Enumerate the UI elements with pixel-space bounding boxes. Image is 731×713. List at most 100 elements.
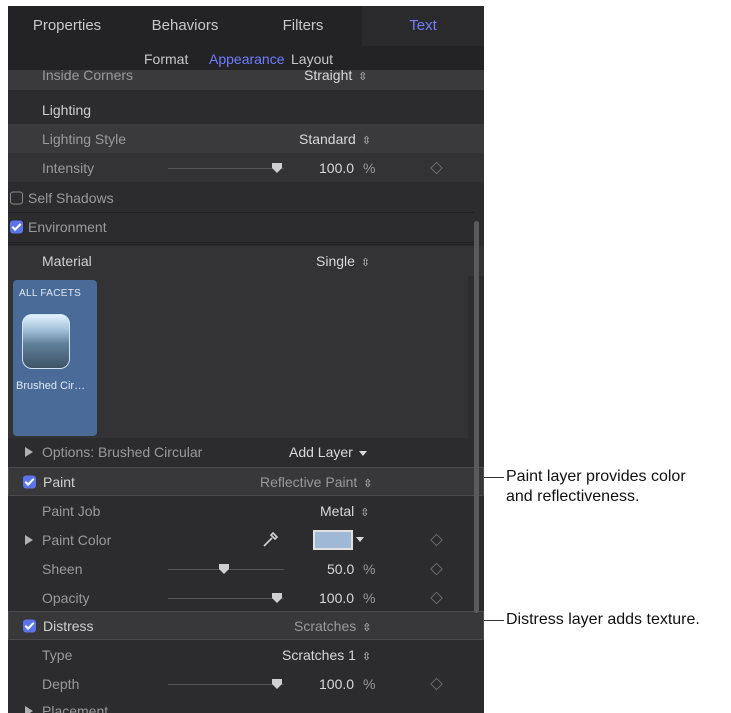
depth-row: Depth 100.0 % [8, 669, 484, 698]
paint-layer-row[interactable]: Paint Reflective Paint ⇳ [8, 467, 484, 496]
self-shadows-row[interactable]: Self Shadows [8, 184, 484, 212]
keyframe-icon[interactable] [430, 533, 443, 546]
paint-type-value: Reflective Paint [260, 473, 358, 490]
lighting-group[interactable]: Lighting [8, 96, 484, 124]
paint-color-row: Paint Color [8, 525, 484, 554]
sheen-label: Sheen [42, 560, 83, 577]
facet-all-facets[interactable]: ALL FACETS Brushed Cir… [13, 280, 97, 436]
depth-slider-thumb[interactable] [272, 678, 282, 689]
lighting-header: Lighting [42, 102, 92, 118]
paint-job-row: Paint Job Metal ⇳ [8, 496, 484, 525]
environment-checkbox[interactable] [10, 220, 23, 234]
opacity-row: Opacity 100.0 % [8, 583, 484, 612]
material-row: Material Single ⇳ [8, 246, 484, 276]
sheen-value[interactable]: 50.0 [327, 561, 354, 577]
lighting-style-popup[interactable]: Standard ⇳ [299, 131, 371, 147]
keyframe-icon[interactable] [430, 591, 443, 604]
keyframe-icon[interactable] [430, 562, 443, 575]
add-layer-button[interactable]: Add Layer [289, 444, 367, 460]
facet-area: ALL FACETS Brushed Cir… [8, 276, 468, 438]
intensity-slider[interactable] [168, 167, 284, 169]
updown-icon: ⇳ [361, 134, 372, 147]
add-layer-label: Add Layer [289, 444, 353, 460]
placement-row[interactable]: Placement [8, 698, 484, 713]
disclosure-triangle-icon[interactable] [25, 534, 33, 545]
inside-corners-row: Inside Corners Straight ⇳ [8, 67, 484, 90]
opacity-slider[interactable] [168, 597, 284, 599]
facet-header: ALL FACETS [19, 288, 82, 299]
distress-type-value: Scratches [294, 617, 357, 634]
self-shadows-checkbox[interactable] [10, 191, 23, 205]
keyframe-icon[interactable] [430, 677, 443, 690]
paint-color-well[interactable] [313, 529, 353, 550]
inside-corners-label: Inside Corners [42, 67, 134, 83]
updown-icon: ⇳ [360, 257, 371, 269]
opacity-slider-thumb[interactable] [272, 592, 282, 603]
tab-filters[interactable]: Filters [244, 6, 362, 46]
opacity-unit: % [363, 589, 376, 606]
intensity-unit: % [363, 159, 376, 176]
disclosure-triangle-icon[interactable] [25, 447, 33, 457]
chevron-down-icon[interactable] [356, 537, 364, 542]
intensity-slider-thumb[interactable] [272, 162, 282, 173]
updown-icon: ⇳ [361, 650, 372, 663]
intensity-label: Intensity [42, 159, 95, 176]
depth-slider[interactable] [168, 683, 284, 685]
eyedropper-icon[interactable] [261, 531, 279, 549]
updown-icon: ⇳ [363, 477, 373, 490]
paint-callout-line2: and reflectiveness. [506, 488, 640, 505]
callout-leader-line [484, 477, 504, 478]
distress-label: Distress [43, 617, 94, 634]
type-row: Type Scratches 1 ⇳ [8, 640, 484, 669]
distress-type-popup[interactable]: Scratches ⇳ [294, 618, 371, 634]
sheen-slider-thumb[interactable] [219, 563, 229, 574]
material-popup[interactable]: Single ⇳ [316, 253, 370, 269]
paint-label: Paint [43, 473, 75, 490]
scrollbar[interactable] [474, 221, 479, 613]
paint-job-value: Metal [320, 502, 355, 519]
type-value: Scratches 1 [282, 646, 356, 663]
divider [8, 242, 474, 243]
intensity-value[interactable]: 100.0 [319, 160, 354, 176]
keyframe-icon[interactable] [430, 161, 443, 174]
inside-corners-popup[interactable]: Straight ⇳ [304, 67, 367, 83]
depth-label: Depth [42, 675, 80, 692]
material-swatch[interactable] [22, 314, 70, 369]
sheen-unit: % [363, 560, 376, 577]
options-row: Options: Brushed Circular Add Layer [8, 437, 484, 467]
inside-corners-value: Straight [304, 67, 353, 83]
self-shadows-label: Self Shadows [28, 190, 114, 206]
options-label: Options: Brushed Circular [42, 444, 203, 460]
subtab-format[interactable]: Format [144, 51, 188, 67]
updown-icon: ⇳ [362, 621, 372, 634]
tab-properties[interactable]: Properties [8, 6, 126, 46]
paint-job-popup[interactable]: Metal ⇳ [320, 503, 369, 519]
callout-leader-line [484, 620, 504, 621]
distress-callout: Distress layer adds texture. [506, 611, 700, 628]
lighting-style-value: Standard [299, 130, 356, 147]
subtab-layout[interactable]: Layout [291, 51, 333, 67]
tab-text[interactable]: Text [362, 6, 484, 46]
updown-icon: ⇳ [360, 506, 370, 519]
paint-checkbox[interactable] [23, 475, 36, 488]
intensity-row: Intensity 100.0 % [8, 153, 484, 182]
environment-label: Environment [28, 219, 107, 235]
divider [8, 244, 474, 245]
material-value: Single [316, 253, 355, 269]
distress-checkbox[interactable] [23, 619, 36, 632]
disclosure-triangle-icon[interactable] [25, 706, 33, 713]
type-label: Type [42, 646, 73, 663]
paint-job-label: Paint Job [42, 502, 101, 519]
subtab-appearance[interactable]: Appearance [209, 51, 285, 67]
depth-value[interactable]: 100.0 [319, 676, 354, 692]
chevron-down-icon [358, 450, 367, 456]
environment-row[interactable]: Environment [8, 213, 484, 241]
paint-type-popup[interactable]: Reflective Paint ⇳ [260, 474, 373, 490]
material-label: Material [42, 253, 92, 269]
distress-layer-row[interactable]: Distress Scratches ⇳ [8, 611, 484, 640]
opacity-value[interactable]: 100.0 [319, 590, 354, 606]
inspector-panel: Properties Behaviors Filters Text Format… [8, 6, 484, 713]
facet-material-name: Brushed Cir… [16, 380, 86, 392]
type-popup[interactable]: Scratches 1 ⇳ [282, 647, 371, 663]
tab-behaviors[interactable]: Behaviors [126, 6, 244, 46]
